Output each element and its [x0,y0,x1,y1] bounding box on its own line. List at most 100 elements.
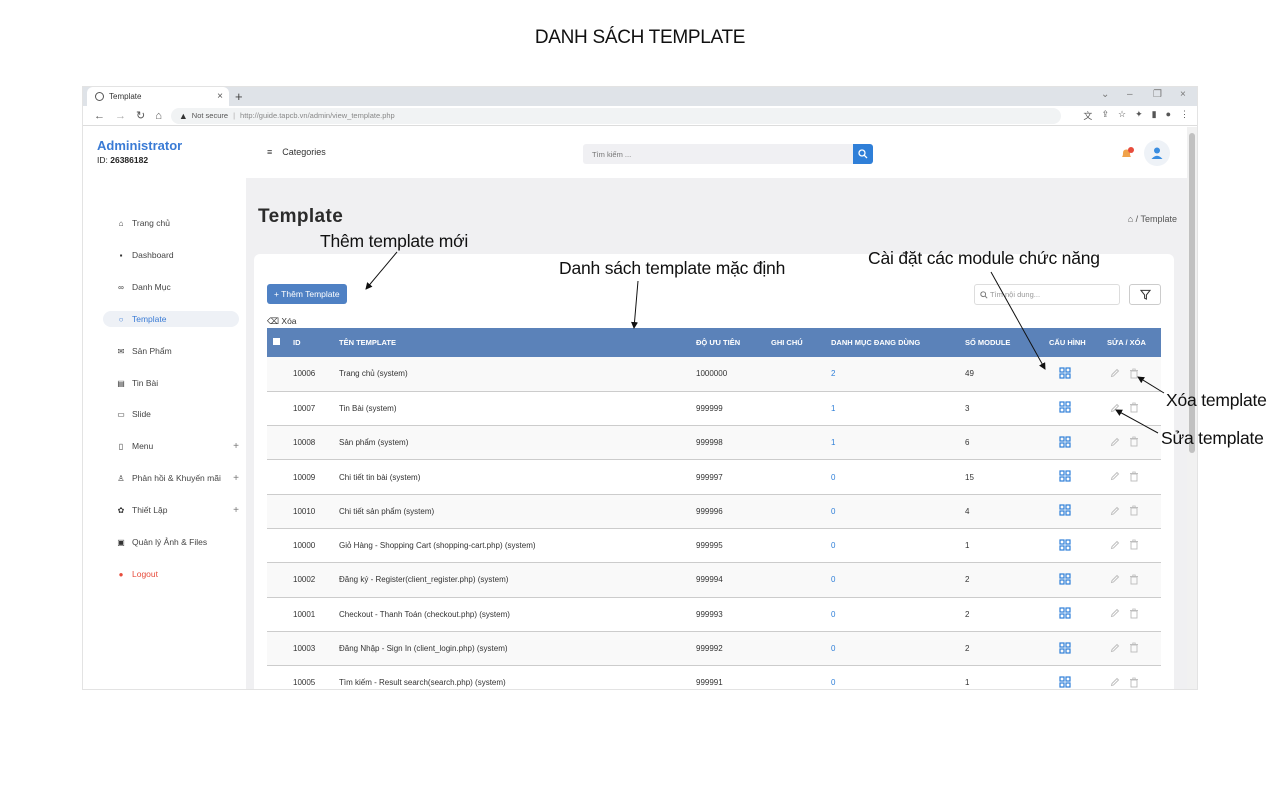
edit-pencil-icon[interactable] [1110,643,1120,653]
tab-search-icon[interactable]: ⌄ [1101,89,1109,100]
add-template-button[interactable]: + Thêm Template [267,284,347,304]
col-config[interactable]: CẤU HÌNH [1043,328,1101,357]
expand-icon[interactable]: + [233,505,239,516]
sidepanel-icon[interactable]: ▮ [1152,109,1157,122]
star-icon[interactable]: ☆ [1118,109,1126,122]
categories-toggle[interactable]: ≡ Categories [267,147,326,157]
edit-pencil-icon[interactable] [1110,677,1120,687]
home-icon[interactable]: ⌂ [1128,214,1133,224]
expand-icon[interactable]: + [233,441,239,452]
kebab-menu-icon[interactable]: ⋮ [1180,109,1189,122]
table-row[interactable]: 10002 Đăng ký - Register(client_register.… [267,562,1161,598]
trash-icon[interactable] [1129,608,1139,619]
avatar[interactable] [1144,140,1170,166]
minimize-button[interactable]: – [1127,89,1133,100]
sidebar-item-settings[interactable]: ✿ Thiết Lập + [103,502,239,518]
config-grid-icon[interactable] [1059,470,1071,482]
trash-icon[interactable] [1129,471,1139,482]
trash-icon[interactable] [1129,436,1139,447]
edit-pencil-icon[interactable] [1110,540,1120,550]
config-grid-icon[interactable] [1059,676,1071,688]
sidebar-item-template[interactable]: ○ Template [103,311,239,327]
config-grid-icon[interactable] [1059,504,1071,516]
reload-icon[interactable]: ↻ [136,109,145,122]
table-row[interactable]: 10003 Đăng Nhập - Sign In (client_login.p… [267,631,1161,667]
sidebar-item-feedback[interactable]: ♙ Phản hồi & Khuyến mãi + [103,470,239,486]
cell-category-link[interactable]: 0 [825,528,959,564]
cell-category-link[interactable]: 1 [825,391,959,427]
browser-tab[interactable]: Template × [87,87,229,106]
table-row[interactable]: 10000 Giỏ Hàng - Shopping Cart (shopping-… [267,528,1161,564]
col-priority[interactable]: ĐỘ ƯU TIÊN [690,328,765,357]
col-category[interactable]: DANH MỤC ĐANG DÙNG [825,328,959,357]
edit-pencil-icon[interactable] [1110,368,1120,378]
translate-icon[interactable]: 文 [1083,109,1092,122]
config-grid-icon[interactable] [1059,367,1071,379]
edit-pencil-icon[interactable] [1110,608,1120,618]
window-close-button[interactable]: × [1180,89,1186,100]
cell-category-link[interactable]: 0 [825,494,959,529]
search-input[interactable] [583,144,853,164]
home-icon[interactable]: ⌂ [155,110,162,122]
table-row[interactable]: 10010 Chi tiết sản phẩm (system) 999996 0 4 [267,494,1161,529]
close-tab-icon[interactable]: × [217,91,223,102]
col-name[interactable]: TÊN TEMPLATE [333,328,690,357]
new-tab-button[interactable]: + [235,89,243,104]
table-row[interactable]: 10005 Tìm kiếm - Result search(search.php… [267,665,1161,689]
sidebar-item-dashboard[interactable]: ▪ Dashboard [103,247,239,263]
profile-icon[interactable]: ● [1166,109,1171,122]
cell-category-link[interactable]: 0 [825,597,959,632]
col-actions[interactable]: SỬA / XÓA [1101,328,1161,357]
delete-link[interactable]: ⌫ Xóa [267,316,297,327]
address-bar[interactable]: ▲ Not secure | http://guide.tapcb.vn/adm… [170,107,1061,124]
back-icon[interactable]: ← [94,110,105,122]
sidebar-item-news[interactable]: ▤ Tin Bài [103,375,239,391]
cell-category-link[interactable]: 0 [825,665,959,689]
search-button[interactable] [853,144,873,164]
edit-pencil-icon[interactable] [1110,471,1120,481]
trash-icon[interactable] [1129,505,1139,516]
trash-icon[interactable] [1129,574,1139,585]
table-row[interactable]: 10009 Chi tiết tin bài (system) 999997 0 15 [267,459,1161,495]
table-row[interactable]: 10006 Trang chủ (system) 1000000 2 49 [267,357,1161,392]
share-icon[interactable]: ⇪ [1101,109,1109,122]
edit-pencil-icon[interactable] [1110,574,1120,584]
col-modules[interactable]: SỐ MODULE [959,328,1043,357]
edit-pencil-icon[interactable] [1110,506,1120,516]
config-grid-icon[interactable] [1059,436,1071,448]
select-all-checkbox[interactable] [267,328,287,357]
edit-pencil-icon[interactable] [1110,403,1120,413]
cell-category-link[interactable]: 0 [825,562,959,598]
maximize-button[interactable]: ❐ [1153,89,1162,100]
expand-icon[interactable]: + [233,473,239,484]
trash-icon[interactable] [1129,402,1139,413]
sidebar-item-products[interactable]: ✉ Sản Phẩm [103,343,239,359]
sidebar-item-categories[interactable]: ∞ Danh Mục [103,279,239,295]
edit-pencil-icon[interactable] [1110,437,1120,447]
forward-icon[interactable]: → [115,110,126,122]
sidebar-item-logout[interactable]: ● Logout [103,566,239,582]
trash-icon[interactable] [1129,642,1139,653]
cell-category-link[interactable]: 0 [825,459,959,495]
filter-button[interactable] [1129,284,1161,305]
sidebar-item-menu[interactable]: ▯ Menu + [103,438,239,454]
config-grid-icon[interactable] [1059,573,1071,585]
sidebar-item-home[interactable]: ⌂ Trang chủ [103,215,239,231]
hamburger-icon[interactable]: ≡ [267,147,272,157]
config-grid-icon[interactable] [1059,539,1071,551]
config-grid-icon[interactable] [1059,401,1071,414]
notification-bell[interactable] [1120,147,1134,161]
trash-icon[interactable] [1129,368,1139,379]
trash-icon[interactable] [1129,677,1139,688]
extensions-icon[interactable]: ✦ [1135,109,1143,122]
cell-category-link[interactable]: 1 [825,425,959,461]
cell-category-link[interactable]: 2 [825,357,959,392]
sidebar-item-slide[interactable]: ▭ Slide [103,406,239,422]
sidebar-item-files[interactable]: ▣ Quản lý Ảnh & Files [103,534,239,550]
config-grid-icon[interactable] [1059,641,1071,654]
table-row[interactable]: 10007 Tin Bài (system) 999999 1 3 [267,391,1161,427]
trash-icon[interactable] [1129,539,1139,550]
cell-category-link[interactable]: 0 [825,631,959,667]
col-note[interactable]: GHI CHÚ [765,328,825,357]
filter-search-input[interactable]: Tìm nội dung... [974,284,1120,305]
